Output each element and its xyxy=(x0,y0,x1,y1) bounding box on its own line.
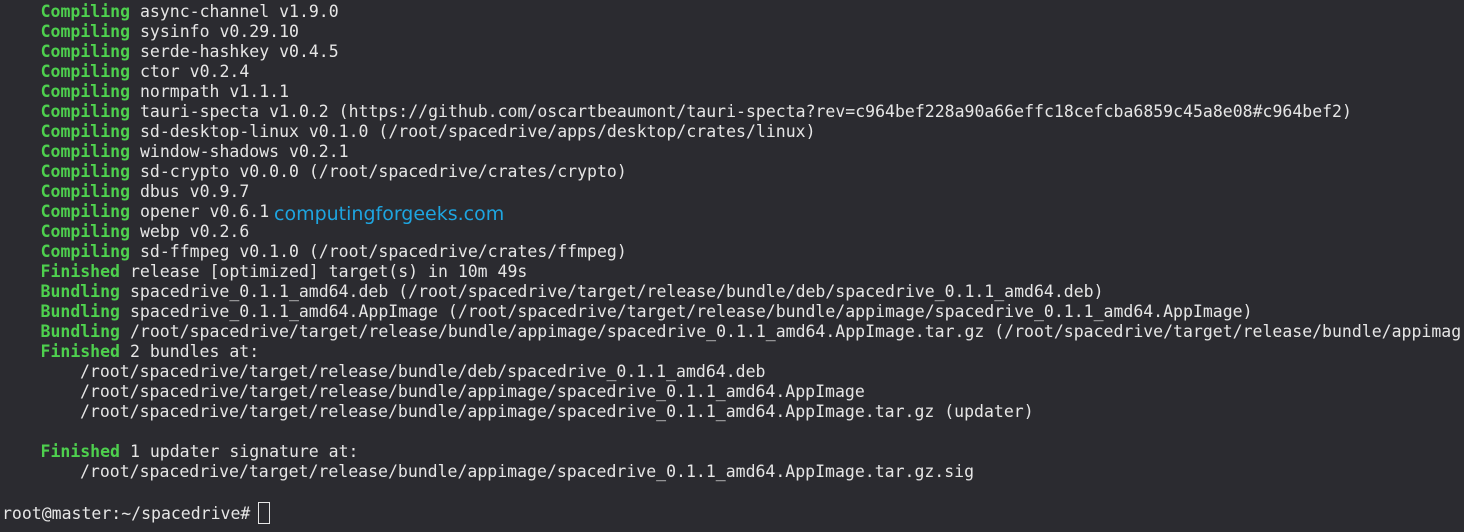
status-tag: Bundling xyxy=(40,302,120,321)
build-output-line: Compiling dbus v0.9.7 xyxy=(0,182,250,202)
build-message: spacedrive_0.1.1_amd64.deb (/root/spaced… xyxy=(130,282,1104,301)
build-message: 2 bundles at: xyxy=(130,342,260,361)
status-tag: Compiling xyxy=(40,82,130,101)
build-output-line: Bundling spacedrive_0.1.1_amd64.deb (/roo… xyxy=(0,282,1104,302)
build-message: serde-hashkey v0.4.5 xyxy=(140,42,339,61)
status-tag: Bundling xyxy=(40,322,120,341)
build-message: sd-desktop-linux v0.1.0 (/root/spacedriv… xyxy=(140,122,816,141)
build-output-line: Compiling normpath v1.1.1 xyxy=(0,82,289,102)
build-message: window-shadows v0.2.1 xyxy=(140,142,349,161)
build-message: 1 updater signature at: xyxy=(130,442,359,461)
status-tag: Compiling xyxy=(40,102,130,121)
build-message: dbus v0.9.7 xyxy=(140,182,250,201)
build-message: release [optimized] target(s) in 10m 49s xyxy=(130,262,528,281)
status-tag: Compiling xyxy=(40,162,130,181)
build-message: sysinfo v0.29.10 xyxy=(140,22,299,41)
status-tag: Compiling xyxy=(40,62,130,81)
shell-prompt-line[interactable]: root@master:~/spacedrive# xyxy=(2,502,271,524)
build-output-line: Compiling ctor v0.2.4 xyxy=(0,62,250,82)
build-message: sd-crypto v0.0.0 (/root/spacedrive/crate… xyxy=(140,162,627,181)
build-output-line: Bundling/root/spacedrive/target/release/… xyxy=(0,322,1462,342)
watermark-text: computingforgeeks.com xyxy=(274,203,505,225)
status-tag: Compiling xyxy=(40,202,130,221)
status-tag: Compiling xyxy=(40,122,130,141)
build-message: opener v0.6.1 xyxy=(140,202,270,221)
build-output-line: Compiling async-channel v1.9.0 xyxy=(0,2,339,22)
status-tag: Finished xyxy=(40,342,120,361)
build-output-line: Compiling serde-hashkey v0.4.5 xyxy=(0,42,339,62)
build-output-line: Compiling sd-desktop-linux v0.1.0 (/root/… xyxy=(0,122,816,142)
build-output-line: Bundling spacedrive_0.1.1_amd64.AppImage … xyxy=(0,302,1253,322)
build-message: ctor v0.2.4 xyxy=(140,62,250,81)
bundle-path: /root/spacedrive/target/release/bundle/a… xyxy=(80,402,1034,421)
build-message: spacedrive_0.1.1_amd64.AppImage (/root/s… xyxy=(130,302,1253,321)
build-message: webp v0.2.6 xyxy=(140,222,250,241)
build-output-line: Compiling sysinfo v0.29.10 xyxy=(0,22,299,42)
build-output-line: Finished 1 updater signature at: xyxy=(0,442,359,462)
status-tag: Bundling xyxy=(40,282,120,301)
status-tag: Compiling xyxy=(40,2,130,21)
build-message: normpath v1.1.1 xyxy=(140,82,290,101)
build-message: async-channel v1.9.0 xyxy=(140,2,339,21)
build-output-line: Compiling tauri-specta v1.0.2 (https://gi… xyxy=(0,102,1352,122)
status-tag: Finished xyxy=(40,262,120,281)
build-output-line: Compiling webp v0.2.6 xyxy=(0,222,250,242)
build-message: sd-ffmpeg v0.1.0 (/root/spacedrive/crate… xyxy=(140,242,627,261)
status-tag: Compiling xyxy=(40,22,130,41)
signature-path: /root/spacedrive/target/release/bundle/a… xyxy=(80,462,975,481)
bundle-path: /root/spacedrive/target/release/bundle/a… xyxy=(80,382,865,401)
build-output-line: Finished release [optimized] target(s) in… xyxy=(0,262,528,282)
status-tag: Compiling xyxy=(40,142,130,161)
build-message: /root/spacedrive/target/release/bundle/a… xyxy=(130,322,1462,341)
text-cursor[interactable] xyxy=(258,502,271,524)
status-tag: Compiling xyxy=(40,242,130,261)
status-tag: Compiling xyxy=(40,42,130,61)
build-output-line: Compiling sd-ffmpeg v0.1.0 (/root/spacedr… xyxy=(0,242,627,262)
build-output-line: Compiling opener v0.6.1 xyxy=(0,202,270,222)
bundle-path: /root/spacedrive/target/release/bundle/d… xyxy=(80,362,766,381)
status-tag: Compiling xyxy=(40,182,130,201)
status-tag: Finished xyxy=(40,442,120,461)
build-output-line: Compiling window-shadows v0.2.1 xyxy=(0,142,349,162)
build-output-line: Compiling sd-crypto v0.0.0 (/root/spacedr… xyxy=(0,162,627,182)
terminal-window[interactable]: Compiling async-channel v1.9.0 Compiling s… xyxy=(0,0,1464,532)
build-output-line: Finished 2 bundles at: xyxy=(0,342,260,362)
status-tag: Compiling xyxy=(40,222,130,241)
build-message: tauri-specta v1.0.2 (https://github.com/… xyxy=(140,102,1352,121)
shell-prompt: root@master:~/spacedrive# xyxy=(2,504,251,523)
